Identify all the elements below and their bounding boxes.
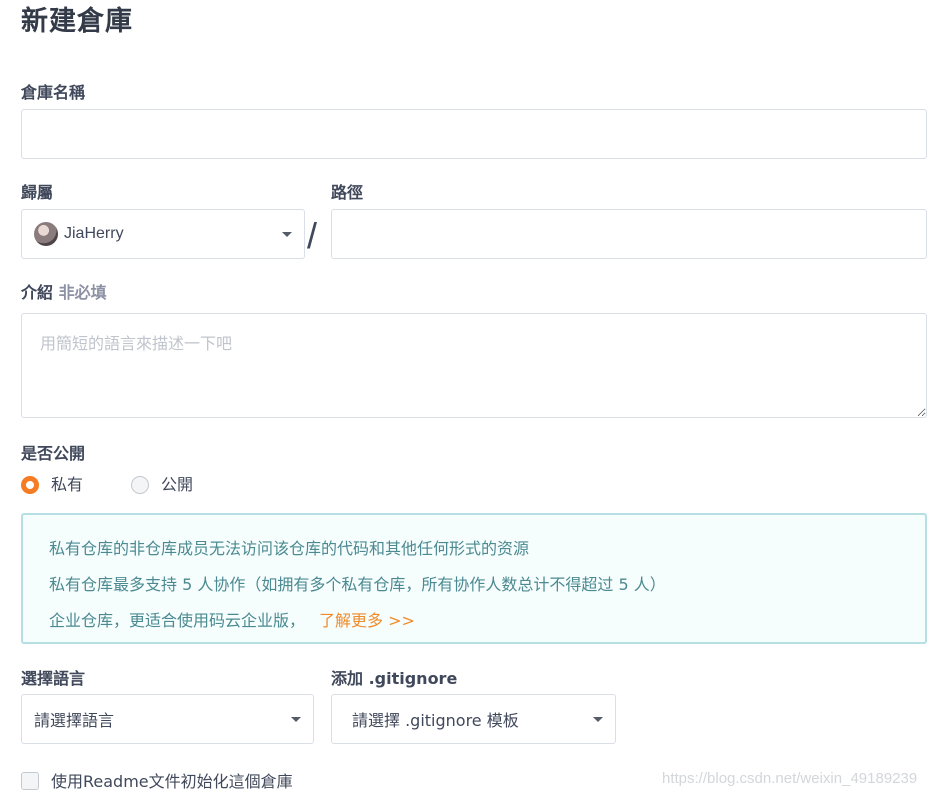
radio-public[interactable]: [131, 476, 150, 494]
notice-line-2: 私有仓库最多支持 5 人协作（如拥有多个私有仓库，所有协作人数总计不得超过 5 …: [49, 575, 666, 594]
visibility-label: 是否公開: [21, 444, 86, 463]
repo-name-label: 倉庫名稱: [21, 83, 86, 102]
gitignore-selected-value: 請選擇 .gitignore 模板: [352, 711, 519, 730]
chevron-down-icon: [282, 232, 292, 237]
readme-checkbox-label[interactable]: 使用Readme文件初始化這個倉庫: [51, 771, 293, 793]
notice-line-3: 企业仓库，更适合使用码云企业版， 了解更多 >>: [49, 603, 899, 639]
notice-line-3-text: 企业仓库，更适合使用码云企业版，: [49, 611, 306, 630]
private-repo-notice: 私有仓库的非仓库成员无法访问该仓库的代码和其他任何形式的资源 私有仓库最多支持 …: [21, 513, 927, 644]
chevron-down-icon: [291, 717, 301, 722]
path-separator: /: [307, 215, 318, 256]
optional-tag: 非必填: [58, 283, 107, 302]
learn-more-link[interactable]: 了解更多 >>: [319, 611, 415, 630]
path-label: 路徑: [331, 183, 364, 202]
visibility-radio-group: 私有 公開: [21, 474, 193, 496]
owner-label: 歸屬: [21, 183, 54, 202]
radio-private-label[interactable]: 私有: [51, 474, 83, 496]
repo-name-input[interactable]: [21, 109, 927, 159]
description-textarea[interactable]: [21, 313, 927, 418]
gitignore-label: 添加 .gitignore: [331, 669, 458, 688]
user-avatar: [34, 222, 58, 246]
language-label: 選擇語言: [21, 669, 86, 688]
description-label-text: 介紹: [21, 283, 54, 302]
language-selected-value: 請選擇語言: [34, 711, 115, 730]
description-label: 介紹 非必填: [21, 283, 107, 303]
page-title: 新建倉庫: [21, 6, 133, 37]
language-select[interactable]: 請選擇語言: [21, 694, 314, 744]
gitignore-select[interactable]: 請選擇 .gitignore 模板: [331, 694, 616, 744]
watermark-text: https://blog.csdn.net/weixin_49189239: [662, 770, 918, 787]
notice-line-1: 私有仓库的非仓库成员无法访问该仓库的代码和其他任何形式的资源: [49, 539, 530, 558]
path-input[interactable]: [331, 209, 927, 259]
owner-selected-value: JiaHerry: [64, 225, 124, 242]
new-repository-page: 新建倉庫 倉庫名稱 歸屬 路徑 JiaHerry / 介紹 非必填 是否公開 私…: [0, 0, 942, 797]
readme-checkbox[interactable]: [21, 772, 39, 790]
radio-private[interactable]: [21, 476, 39, 494]
owner-select[interactable]: JiaHerry: [21, 209, 305, 259]
chevron-down-icon: [593, 717, 603, 722]
radio-public-label[interactable]: 公開: [161, 474, 193, 496]
